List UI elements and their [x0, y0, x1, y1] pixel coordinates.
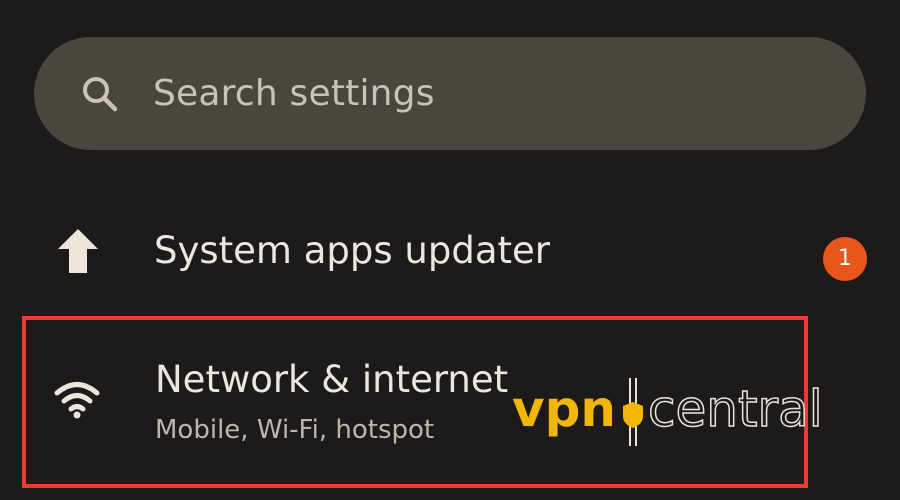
search-bar[interactable]: Search settings	[34, 37, 866, 150]
settings-item-title: System apps updater	[154, 229, 550, 272]
settings-item-network-internet[interactable]: Network & internet Mobile, Wi-Fi, hotspo…	[0, 312, 900, 490]
settings-item-title: Network & internet	[155, 358, 509, 401]
settings-item-subtitle: Mobile, Wi-Fi, hotspot	[155, 415, 435, 445]
notification-badge: 1	[823, 237, 867, 281]
settings-item-system-apps-updater[interactable]: System apps updater 1	[0, 205, 900, 297]
search-input-placeholder[interactable]: Search settings	[153, 37, 435, 150]
arrow-up-icon	[58, 229, 98, 273]
search-icon	[83, 77, 118, 112]
wifi-icon	[54, 382, 100, 419]
